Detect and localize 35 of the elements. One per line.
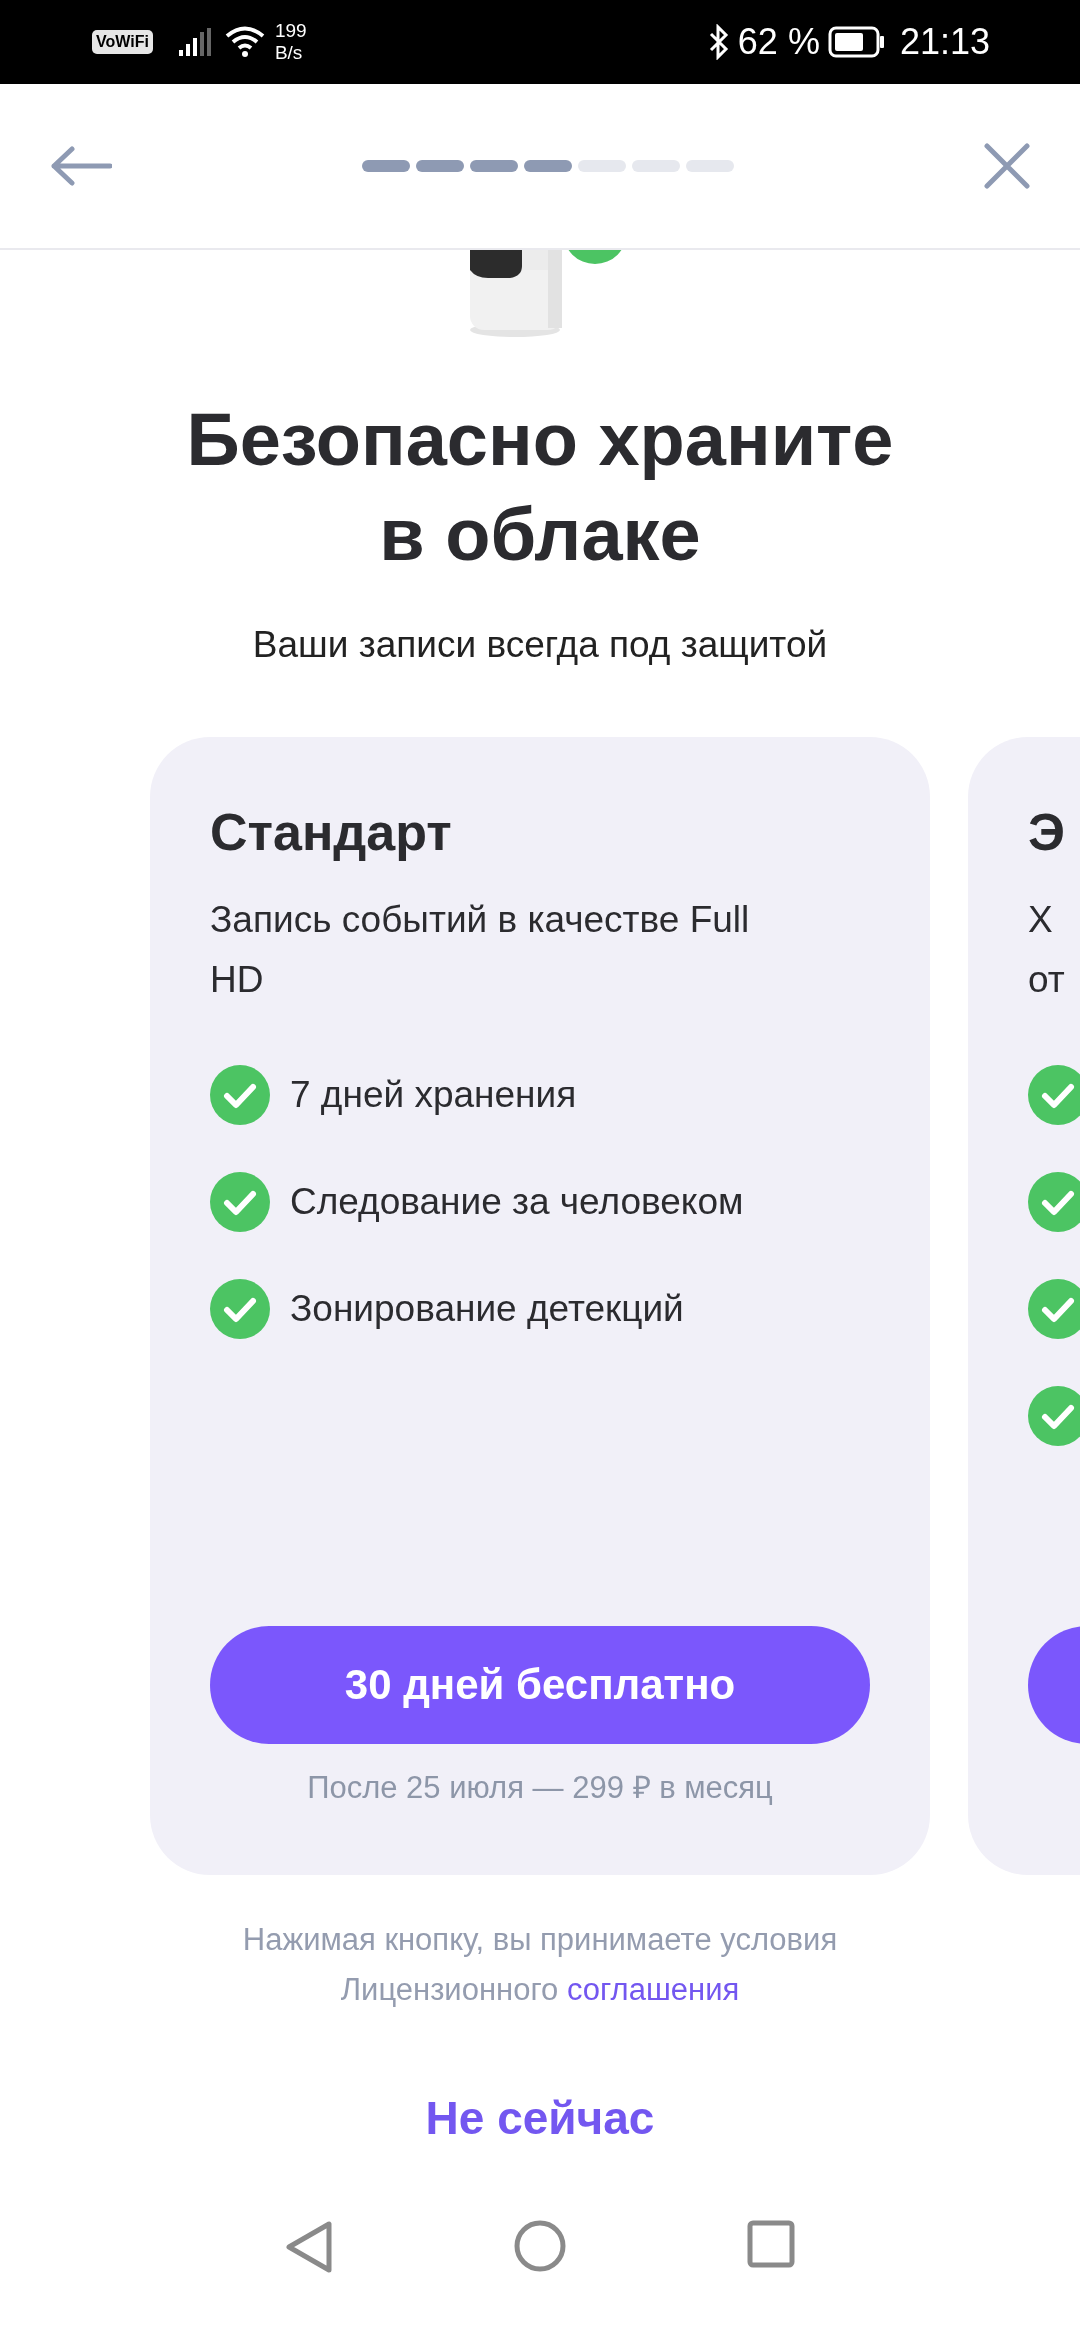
plan-description: Запись событий в качестве Full HD xyxy=(210,898,751,1002)
check-icon xyxy=(210,1172,270,1232)
back-button[interactable] xyxy=(50,146,112,186)
page-title: Безопасно храните в облаке xyxy=(185,397,895,578)
plan-description: Х от xyxy=(1028,898,1066,1002)
plan-title: Э xyxy=(1028,802,1066,863)
check-icon xyxy=(1028,1279,1080,1339)
vowifi-badge: VoWiFi xyxy=(92,30,153,54)
agreement-link[interactable]: соглашения xyxy=(566,1972,740,2007)
feature-label: 7 дней хранения xyxy=(290,1074,577,1116)
price-note: После 25 июля — 299 ₽ в месяц xyxy=(306,1769,774,1807)
battery-percent: 62 % xyxy=(737,21,820,63)
check-icon xyxy=(210,1279,270,1339)
signal-icon xyxy=(178,28,213,56)
home-icon[interactable] xyxy=(514,2220,566,2272)
check-icon xyxy=(210,1065,270,1125)
check-icon xyxy=(1028,1065,1080,1125)
bluetooth-icon xyxy=(707,24,730,60)
feature-label: Следование за человеком xyxy=(290,1181,744,1223)
speed-value: 199 xyxy=(274,20,307,42)
clock: 21:13 xyxy=(899,21,990,63)
feature-label: Зонирование детекций xyxy=(290,1288,684,1330)
speed-unit: B/s xyxy=(274,42,304,64)
check-icon xyxy=(1028,1386,1080,1446)
recents-icon[interactable] xyxy=(747,2220,795,2268)
battery-icon xyxy=(827,26,886,58)
wifi-icon xyxy=(224,26,265,58)
close-button[interactable] xyxy=(984,143,1030,189)
trial-button[interactable]: 30 дней бесплатно xyxy=(210,1626,870,1744)
page-subtitle: Ваши записи всегда под защитой xyxy=(251,623,829,667)
plan-title: Стандарт xyxy=(210,802,453,863)
terms-text: Нажимая кнопку, вы принимаете условия Лицензионного соглашения xyxy=(241,1921,839,2009)
back-icon[interactable] xyxy=(285,2220,333,2274)
check-icon xyxy=(1028,1172,1080,1232)
not-now-button[interactable]: Не сейчас xyxy=(415,2088,665,2148)
